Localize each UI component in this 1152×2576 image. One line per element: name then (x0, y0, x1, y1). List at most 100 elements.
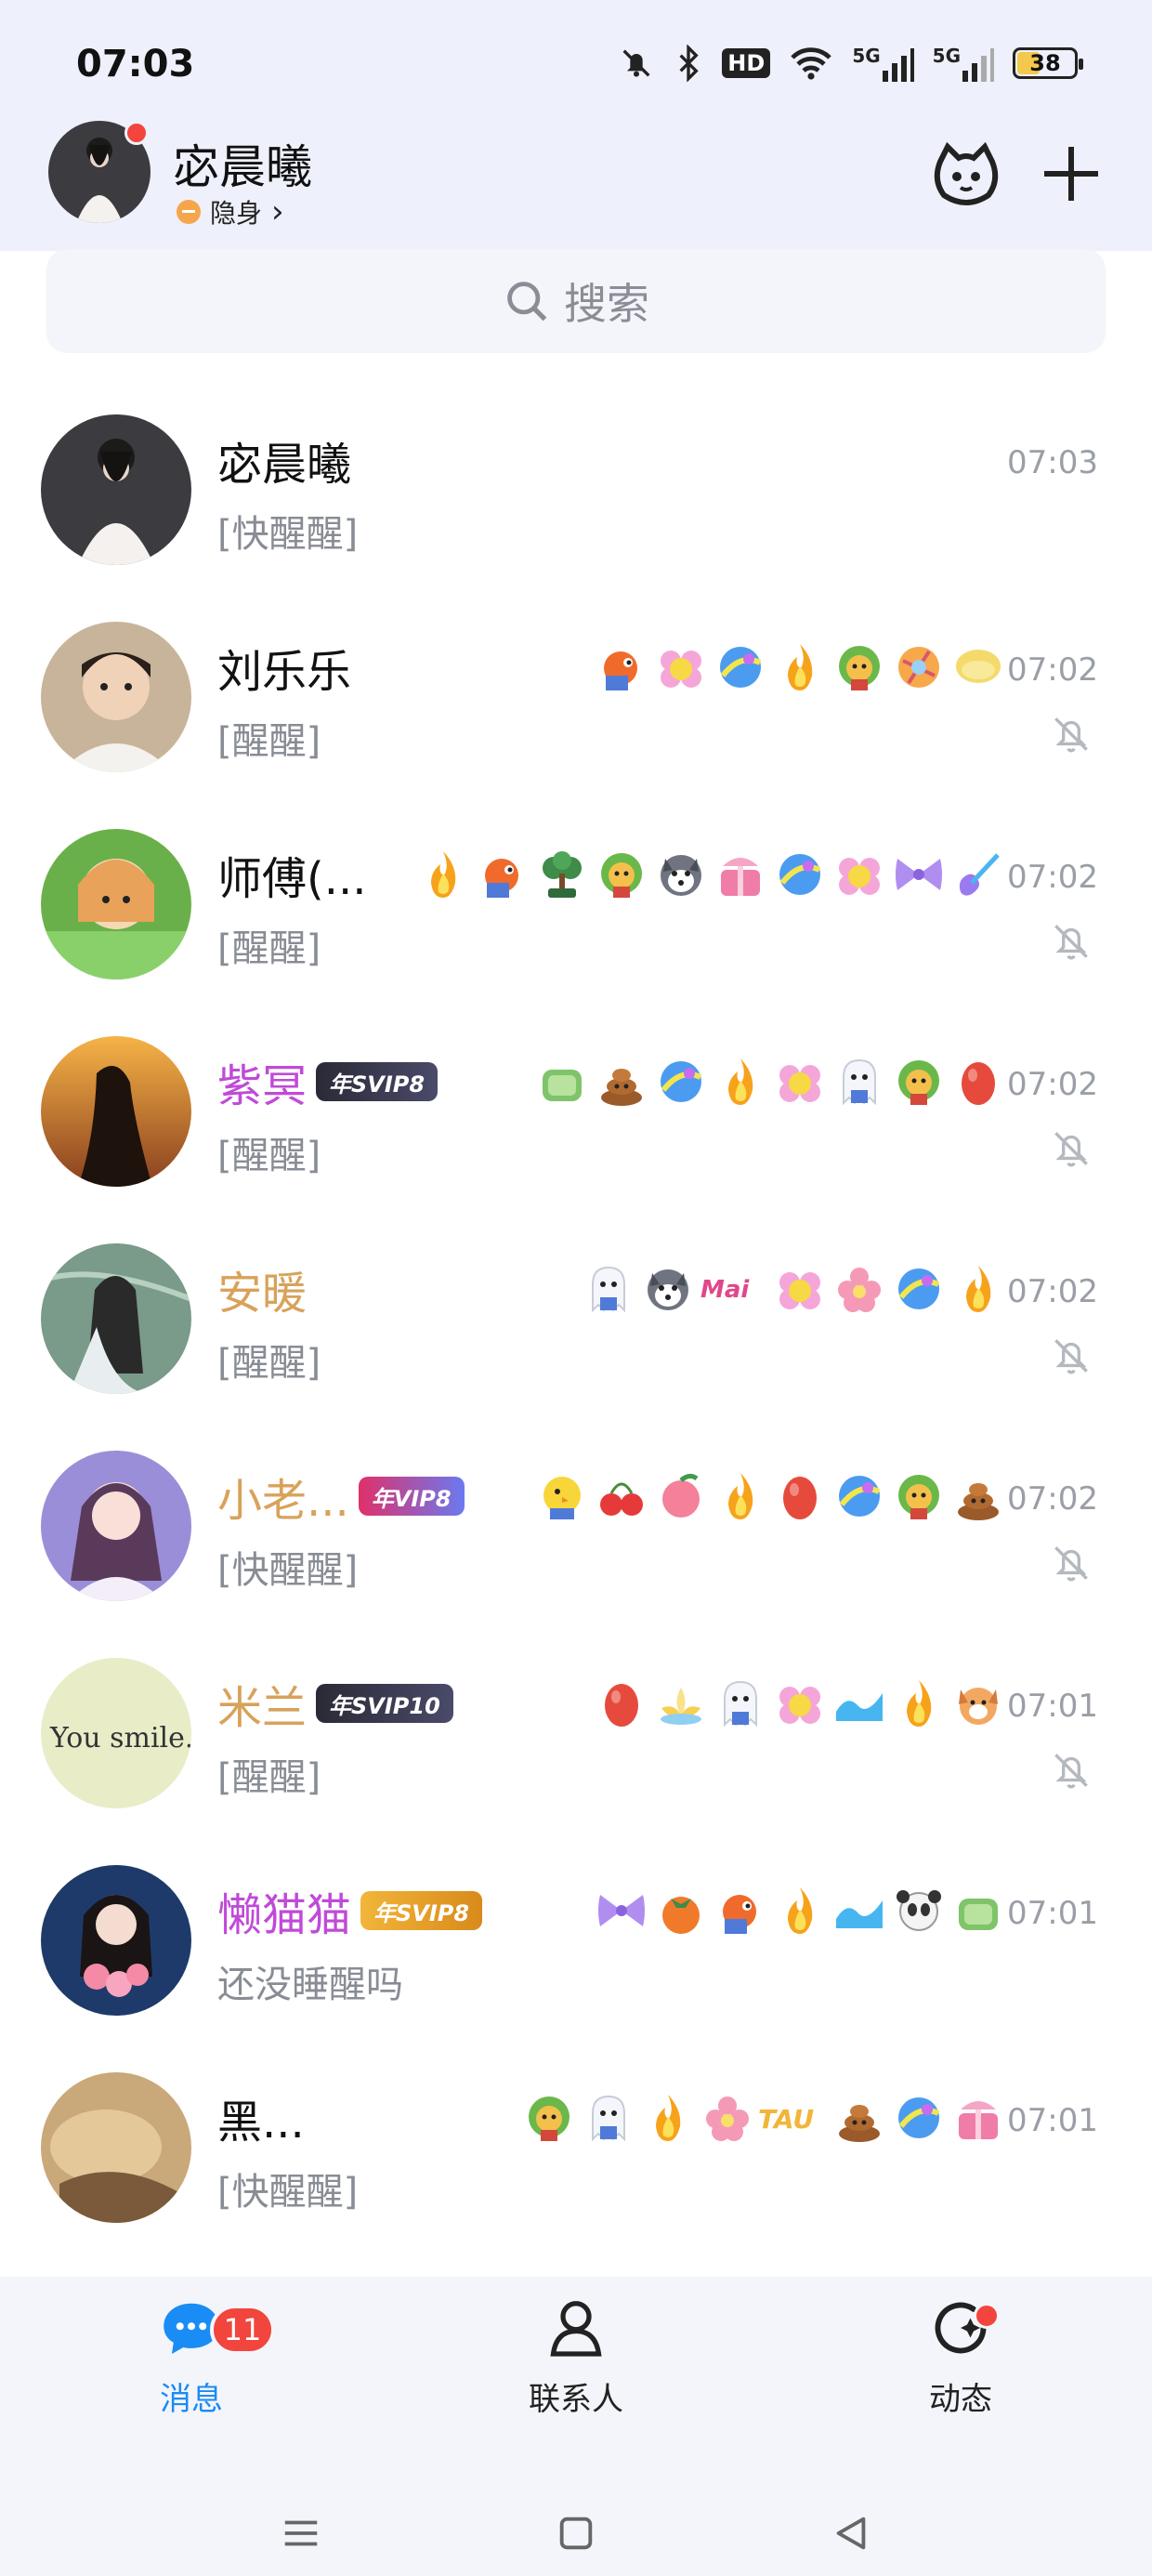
online-status[interactable]: 隐身 › (177, 193, 284, 230)
contact-person-icon (550, 2301, 602, 2357)
message-time: 07:01 (1007, 1688, 1098, 1725)
conversation-row[interactable]: You smile. 米兰 年SVIP10 [醒醒] 07:01 (0, 1632, 1152, 1839)
flower-icon (779, 1272, 820, 1309)
message-time: 07:02 (1007, 1480, 1098, 1518)
name-wrap: 小老... 年VIP8 (217, 1464, 465, 1529)
avatar[interactable] (41, 829, 191, 979)
back-triangle-icon[interactable] (830, 2512, 872, 2555)
wave-icon (836, 1690, 883, 1721)
fire-icon (728, 1473, 753, 1519)
avatar[interactable] (41, 622, 191, 772)
name-wrap: 师傅(... (217, 842, 367, 907)
muted-bell-icon (1048, 1333, 1094, 1379)
avatar[interactable] (41, 1865, 191, 2016)
planet-icon (661, 1061, 702, 1102)
egg-icon (962, 1062, 995, 1105)
contact-name: 懒猫猫 (217, 1889, 352, 1941)
tab-label: 联系人 (529, 2381, 623, 2418)
avatar[interactable] (41, 1243, 191, 1394)
tab-messages[interactable]: 11 消息 (80, 2295, 303, 2453)
ghost-icon (592, 2095, 625, 2142)
message-time: 07:02 (1007, 1273, 1098, 1310)
online-status-label: 隐身 (210, 198, 263, 229)
conversation-row[interactable]: 刘乐乐 [醒醒] 07:02 (0, 596, 1152, 803)
message-time: 07:01 (1007, 2102, 1098, 2139)
cat-face-icon[interactable] (929, 139, 1003, 214)
conversation-row[interactable]: 黑... [快醒醒] 07:01 TAU (0, 2046, 1152, 2254)
vip-badge: 年VIP8 (358, 1477, 465, 1516)
avatar[interactable]: You smile. (41, 1658, 191, 1808)
add-icon[interactable] (1039, 141, 1104, 206)
message-time: 07:02 (1007, 859, 1098, 896)
conversation-row[interactable]: 紫冥 年SVIP8 [醒醒] 07:02 (0, 1010, 1152, 1217)
interaction-badges (414, 846, 1007, 903)
name-wrap: 宓晨曦 (217, 427, 351, 493)
bell-off-icon (618, 45, 655, 82)
message-time: 07:03 (1007, 444, 1098, 481)
planet-icon (839, 1476, 881, 1517)
cake-icon (959, 1899, 998, 1930)
signal-5g-icon: 5G (852, 45, 914, 82)
muted-bell-icon (1048, 711, 1094, 757)
ghost-icon (724, 1680, 757, 1728)
lion-icon (839, 646, 880, 690)
tab-moments[interactable]: 动态 (849, 2295, 1072, 2453)
interaction-badges (593, 1882, 1007, 1939)
planet-icon (898, 1268, 940, 1309)
chick-icon (543, 1477, 581, 1519)
invisible-status-icon (177, 200, 201, 224)
search-bar[interactable]: 搜索 (46, 249, 1106, 353)
svg-text:TAU: TAU (758, 2104, 814, 2135)
contact-name: 黑... (217, 2096, 305, 2149)
interaction-badges (593, 1675, 1007, 1732)
fire-icon (656, 2095, 681, 2141)
avatar[interactable] (41, 1451, 191, 1601)
lion-icon (529, 2096, 569, 2141)
contact-name: 宓晨曦 (217, 439, 352, 491)
profile-name[interactable]: 宓晨曦 (173, 130, 312, 197)
poop-icon (839, 2105, 880, 2142)
bread-icon (956, 650, 1001, 683)
avatar[interactable] (41, 2072, 191, 2223)
interaction-badges: TAU (520, 2089, 1007, 2147)
battery-level: 38 (1029, 50, 1061, 76)
svg-text:Mai: Mai (700, 1276, 750, 1304)
conversation-list: 宓晨曦 [快醒醒] 07:03 刘乐乐 [醒醒] 07:02 师傅(... [醒醒] 07:02… (0, 388, 1152, 2254)
avatar[interactable] (41, 414, 191, 565)
message-time: 07:02 (1007, 651, 1098, 689)
menu-icon[interactable] (280, 2512, 322, 2555)
ghost-icon (843, 1058, 876, 1106)
message-time: 07:02 (1007, 1066, 1098, 1103)
fish-icon (604, 651, 637, 690)
name-wrap: 安暖 (217, 1256, 307, 1321)
flower-icon (661, 651, 701, 688)
avatar[interactable] (41, 1036, 191, 1187)
conversation-row[interactable]: 师傅(... [醒醒] 07:02 (0, 803, 1152, 1010)
interaction-badges (593, 638, 1007, 696)
bonsai-icon (543, 851, 582, 898)
lion-icon (898, 1060, 939, 1105)
bow-icon (598, 1895, 645, 1926)
mai-icon: Mai (700, 1276, 750, 1304)
fire-icon (728, 1058, 753, 1105)
message-preview: [醒醒] (217, 1756, 321, 1799)
planet-icon (779, 854, 821, 895)
message-preview: [快醒醒] (217, 2171, 359, 2214)
conversation-row[interactable]: 宓晨曦 [快醒醒] 07:03 (0, 388, 1152, 596)
conversation-row[interactable]: 懒猫猫 年SVIP8 还没睡醒吗 07:01 (0, 1839, 1152, 2046)
bow-icon (896, 859, 942, 890)
fire-icon (907, 1680, 932, 1727)
conversation-row[interactable]: 安暖 [醒醒] 07:02 Mai (0, 1217, 1152, 1425)
egg-icon (605, 1684, 638, 1727)
home-square-icon[interactable] (555, 2512, 597, 2555)
tab-label: 动态 (929, 2381, 992, 2418)
flower-icon (839, 858, 880, 895)
conversation-row[interactable]: 小老... 年VIP8 [快醒醒] 07:02 (0, 1425, 1152, 1632)
network-label: 5G (932, 45, 961, 67)
peach-icon (662, 1473, 700, 1518)
tab-contacts[interactable]: 联系人 (465, 2295, 687, 2453)
message-preview: [快醒醒] (217, 513, 359, 556)
husky-icon (661, 855, 701, 896)
poop-icon (601, 1069, 642, 1106)
svg-text:You smile.: You smile. (49, 1722, 191, 1755)
